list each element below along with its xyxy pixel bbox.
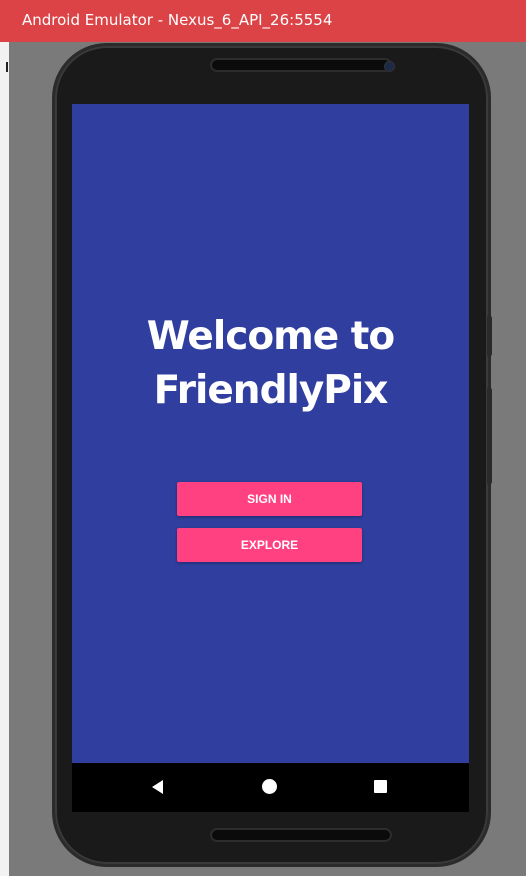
welcome-heading: Welcome to FriendlyPix — [72, 310, 469, 418]
power-button[interactable] — [487, 316, 492, 356]
host-window-edge — [0, 42, 9, 876]
emulator-title-bar: Android Emulator - Nexus_6_API_26:5554 — [0, 0, 526, 42]
top-speaker — [210, 58, 392, 72]
window-title: Android Emulator - Nexus_6_API_26:5554 — [22, 11, 333, 29]
sign-in-button[interactable]: SIGN IN — [177, 482, 362, 516]
volume-button[interactable] — [487, 388, 492, 484]
explore-button[interactable]: EXPLORE — [177, 528, 362, 562]
welcome-line-2: FriendlyPix — [153, 368, 389, 413]
android-navigation-bar — [72, 763, 469, 812]
recents-icon[interactable] — [374, 780, 387, 793]
host-window-marker — [6, 62, 8, 72]
welcome-line-1: Welcome to — [146, 314, 395, 359]
front-camera-icon — [385, 62, 394, 71]
home-icon[interactable] — [262, 779, 277, 794]
bottom-speaker — [210, 828, 392, 842]
app-screen: Welcome to FriendlyPix SIGN IN EXPLORE — [72, 104, 469, 763]
back-icon[interactable] — [152, 780, 163, 794]
